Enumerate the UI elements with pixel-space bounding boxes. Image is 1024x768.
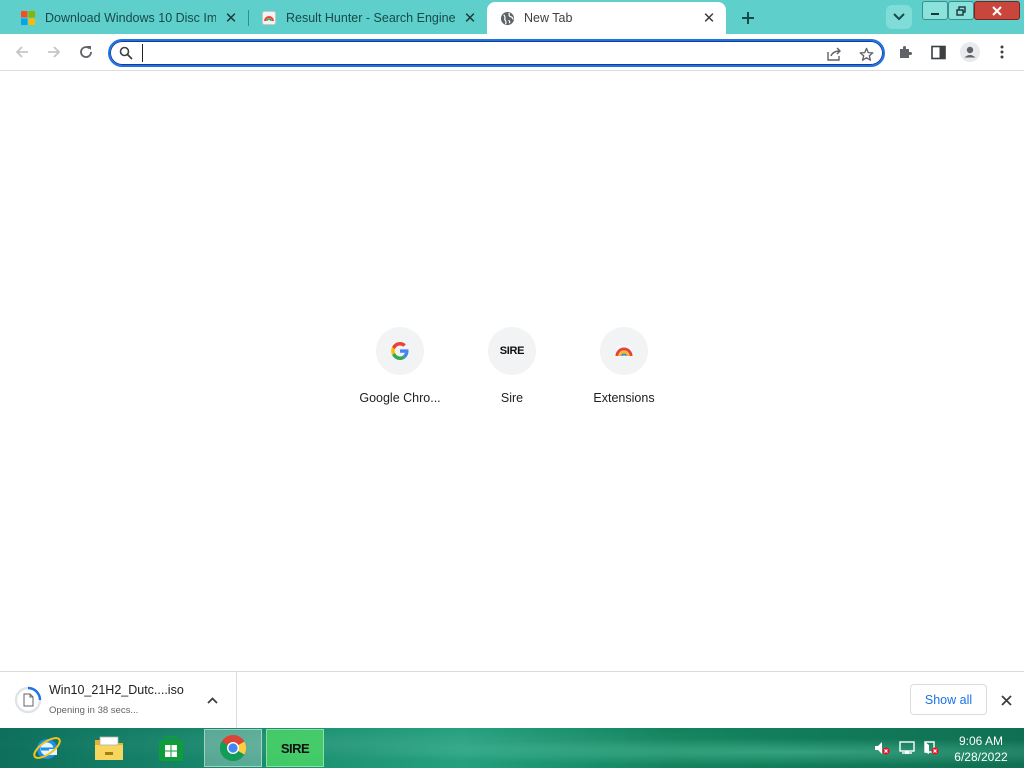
sire-taskbar-label: SIRE — [280, 740, 310, 756]
taskbar: SIRE 9:06 AM 6/28/2022 — [0, 728, 1024, 768]
internet-explorer-icon — [33, 737, 61, 759]
close-icon[interactable]: ✕ — [461, 9, 479, 27]
google-logo-icon — [376, 327, 424, 375]
volume-muted-icon[interactable] — [872, 728, 892, 768]
shortcut-label: Sire — [500, 391, 524, 405]
side-panel-icon — [930, 45, 946, 59]
chevron-up-icon — [206, 696, 218, 704]
extensions-button[interactable] — [892, 38, 920, 66]
store-icon — [159, 736, 183, 761]
result-hunter-favicon-icon — [261, 10, 277, 26]
shortcut-google-chrome[interactable]: Google Chro... — [344, 327, 456, 417]
tab-strip: Download Windows 10 Disc Image (ISO File… — [0, 0, 1024, 34]
download-progress-icon — [14, 686, 42, 714]
shortcut-label: Google Chro... — [359, 391, 441, 405]
shortcut-label: Extensions — [593, 391, 655, 405]
window-controls — [922, 1, 1020, 20]
plus-icon — [742, 12, 754, 24]
show-all-button[interactable]: Show all — [910, 684, 987, 715]
chrome-taskbar-button[interactable] — [204, 729, 262, 767]
arrow-left-icon — [15, 46, 28, 58]
clock-date: 6/28/2022 — [954, 750, 1008, 764]
action-center-warning-icon[interactable] — [920, 728, 942, 768]
tab-search-button[interactable] — [886, 5, 912, 29]
tab-new-tab[interactable]: New Tab ✕ — [487, 2, 726, 34]
store-taskbar-button[interactable] — [142, 729, 200, 767]
chrome-rainbow-icon — [600, 327, 648, 375]
close-shelf-button[interactable] — [995, 689, 1017, 711]
forward-button[interactable] — [40, 38, 68, 66]
tab-windows-download[interactable]: Download Windows 10 Disc Image (ISO File… — [8, 2, 248, 34]
close-icon — [1000, 694, 1012, 706]
microsoft-logo-icon — [20, 10, 36, 26]
globe-icon — [499, 10, 515, 26]
close-icon[interactable]: ✕ — [222, 9, 240, 27]
tab-result-hunter[interactable]: Result Hunter - Search Engine - Get ✕ — [249, 2, 487, 34]
avatar-icon — [960, 42, 980, 62]
share-icon[interactable] — [824, 44, 844, 64]
sire-logo-icon: SIRE — [488, 327, 536, 375]
menu-button[interactable] — [988, 38, 1016, 66]
reload-button[interactable] — [72, 38, 100, 66]
address-input[interactable] — [142, 44, 802, 62]
tab-title: Result Hunter - Search Engine - Get — [286, 11, 455, 25]
search-icon — [119, 46, 133, 63]
profile-button[interactable] — [956, 38, 984, 66]
back-button[interactable] — [8, 38, 36, 66]
folder-icon — [95, 736, 123, 760]
tab-title: New Tab — [524, 11, 573, 25]
shortcut-sire[interactable]: SIRE Sire — [456, 327, 568, 417]
system-clock[interactable]: 9:06 AM 6/28/2022 — [946, 733, 1016, 765]
browser-window: Download Windows 10 Disc Image (ISO File… — [0, 0, 1024, 728]
close-icon[interactable]: ✕ — [700, 9, 718, 27]
download-status: Opening in 38 secs... — [49, 705, 139, 716]
browser-toolbar — [0, 34, 1024, 71]
close-window-button[interactable] — [974, 1, 1020, 20]
internet-explorer-taskbar-button[interactable] — [18, 729, 76, 767]
download-filename: Win10_21H2_Dutc....iso — [49, 683, 184, 697]
file-explorer-taskbar-button[interactable] — [80, 729, 138, 767]
network-icon[interactable] — [896, 728, 918, 768]
sire-taskbar-button[interactable]: SIRE — [266, 729, 324, 767]
tab-title: Download Windows 10 Disc Image (ISO File… — [45, 11, 216, 25]
download-options-button[interactable] — [202, 690, 222, 710]
puzzle-icon — [900, 46, 912, 58]
minimize-button[interactable] — [922, 1, 948, 20]
star-icon[interactable] — [856, 44, 876, 64]
new-tab-button[interactable] — [735, 5, 761, 31]
side-panel-button[interactable] — [924, 38, 952, 66]
clock-time: 9:06 AM — [958, 734, 1004, 748]
restore-button[interactable] — [948, 1, 974, 20]
sire-logo-text: SIRE — [499, 345, 525, 357]
restore-icon — [956, 5, 966, 16]
arrow-right-icon — [48, 46, 61, 58]
shortcut-extensions[interactable]: Extensions — [568, 327, 680, 417]
close-icon — [992, 5, 1002, 16]
kebab-menu-icon — [1000, 45, 1004, 59]
address-bar[interactable] — [108, 39, 885, 67]
reload-icon — [80, 46, 92, 58]
chrome-icon — [219, 734, 247, 762]
chevron-down-icon — [893, 13, 905, 21]
shortcut-grid: Google Chro... SIRE Sire Extensions — [0, 327, 1024, 417]
download-shelf: Win10_21H2_Dutc....iso Opening in 38 sec… — [0, 671, 1024, 728]
download-item[interactable]: Win10_21H2_Dutc....iso Opening in 38 sec… — [0, 672, 237, 728]
minimize-icon — [931, 12, 939, 15]
